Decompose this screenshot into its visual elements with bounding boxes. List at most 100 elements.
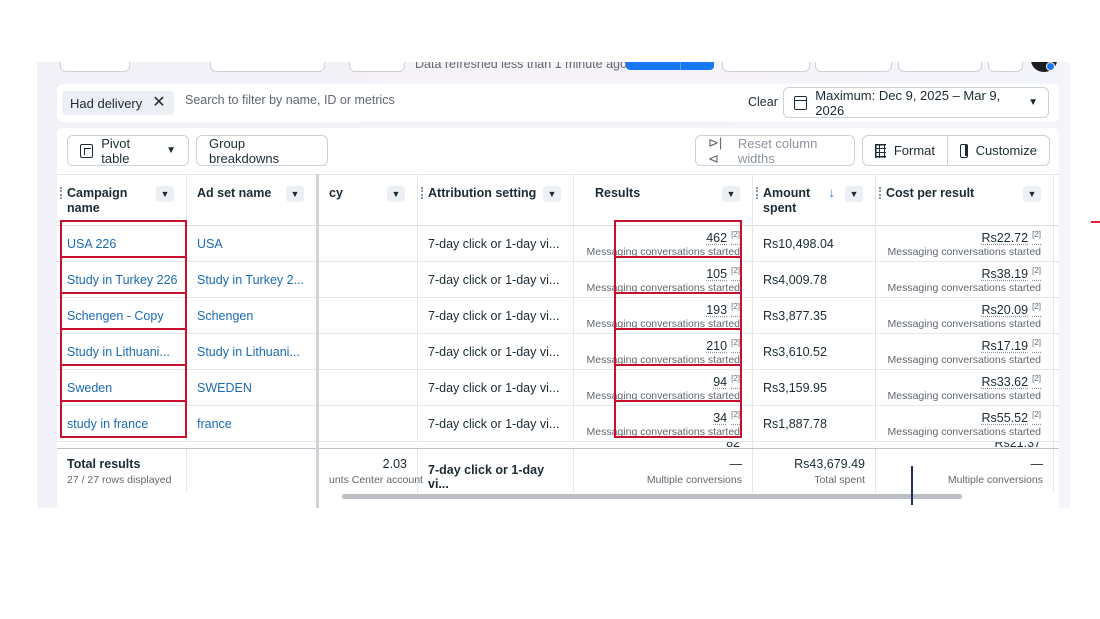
- chevron-down-icon[interactable]: ▼: [845, 186, 863, 202]
- result-value[interactable]: 462 [2]: [706, 228, 740, 245]
- table-row[interactable]: Schengen - Copy Schengen 7-day click or …: [57, 298, 1059, 334]
- ad-set-name-link[interactable]: Study in Lithuani...: [197, 345, 300, 359]
- result-value[interactable]: 105 [2]: [706, 264, 740, 281]
- attribution-value: 7-day click or 1-day vi...: [428, 416, 560, 431]
- campaign-name-cell[interactable]: USA 226: [57, 226, 187, 261]
- reset-column-widths-button[interactable]: ⊳|⊲ Reset column widths: [695, 135, 855, 166]
- campaign-name-link[interactable]: USA 226: [67, 237, 116, 251]
- campaign-name-cell[interactable]: Schengen - Copy: [57, 298, 187, 333]
- column-header-campaign-name[interactable]: Campaign name ▼: [57, 175, 187, 226]
- date-range-picker[interactable]: Maximum: Dec 9, 2025 – Mar 9, 2026 ▼: [783, 87, 1049, 118]
- search-input[interactable]: [185, 93, 585, 107]
- table-row[interactable]: Study in Lithuani... Study in Lithuani..…: [57, 334, 1059, 370]
- attribution-value: 7-day click or 1-day vi...: [428, 308, 560, 323]
- cost-per-result-cell: Rs20.09 [2] Messaging conversations start…: [876, 298, 1054, 333]
- ad-set-name-link[interactable]: Schengen: [197, 309, 253, 323]
- toolbar-button[interactable]: [722, 62, 810, 72]
- results-cell: 94 [2] Messaging conversations started: [574, 370, 753, 405]
- columns-icon: [960, 143, 968, 158]
- total-cpr-cell: — Multiple conversions: [876, 449, 1054, 493]
- primary-action-button[interactable]: [626, 62, 714, 70]
- drag-handle-icon[interactable]: [756, 187, 758, 199]
- chevron-down-icon[interactable]: ▼: [543, 186, 561, 202]
- cpr-value[interactable]: Rs20.09 [2]: [982, 300, 1041, 317]
- result-value[interactable]: 34 [2]: [713, 408, 740, 425]
- drag-handle-icon[interactable]: [879, 187, 881, 199]
- campaign-name-link[interactable]: Study in Lithuani...: [67, 345, 170, 359]
- ad-set-name-link[interactable]: france: [197, 417, 232, 431]
- column-header-ad-set-name[interactable]: Ad set name ▼: [187, 175, 317, 226]
- column-header-cost-per-result[interactable]: Cost per result ▼: [876, 175, 1054, 226]
- toolbar-button[interactable]: [815, 62, 892, 72]
- column-header-currency[interactable]: cy ▼: [319, 175, 418, 226]
- group-breakdowns-button[interactable]: Group breakdowns: [196, 135, 328, 166]
- column-header-amount-spent[interactable]: Amount spent ↓ ▼: [753, 175, 876, 226]
- campaign-name-cell[interactable]: Sweden: [57, 370, 187, 405]
- cost-per-result-cell: Rs33.62 [2] Messaging conversations start…: [876, 370, 1054, 405]
- column-header-results[interactable]: Results ▼: [574, 175, 753, 226]
- campaign-name-link[interactable]: Schengen - Copy: [67, 309, 164, 323]
- refresh-status: Data refreshed less than 1 minute ago: [415, 62, 627, 71]
- toolbar-button[interactable]: [988, 62, 1023, 72]
- cpr-value[interactable]: Rs33.62 [2]: [982, 372, 1041, 389]
- cpr-value[interactable]: Rs22.72 [2]: [982, 228, 1041, 245]
- cpr-value[interactable]: Rs55.52 [2]: [982, 408, 1041, 425]
- campaign-name-cell[interactable]: study in france: [57, 406, 187, 441]
- table-row[interactable]: Sweden SWEDEN 7-day click or 1-day vi...…: [57, 370, 1059, 406]
- campaign-name-cell[interactable]: Study in Lithuani...: [57, 334, 187, 369]
- column-resize-icon: ⊳|⊲: [708, 134, 723, 166]
- toolbar-button[interactable]: [898, 62, 982, 72]
- campaign-name-link[interactable]: Study in Turkey 226: [67, 273, 177, 287]
- attribution-cell: 7-day click or 1-day vi...: [418, 334, 574, 369]
- ad-set-name-cell[interactable]: Study in Lithuani...: [187, 334, 317, 369]
- campaign-name-link[interactable]: study in france: [67, 417, 148, 431]
- sort-descending-icon[interactable]: ↓: [829, 185, 836, 200]
- toolbar-button[interactable]: [210, 62, 325, 72]
- chevron-down-icon[interactable]: ▼: [1023, 186, 1041, 202]
- ad-set-name-link[interactable]: Study in Turkey 2...: [197, 273, 304, 287]
- ad-set-name-cell[interactable]: Study in Turkey 2...: [187, 262, 317, 297]
- ad-set-name-link[interactable]: USA: [197, 237, 223, 251]
- attribution-value: 7-day click or 1-day vi...: [428, 380, 560, 395]
- ad-set-name-link[interactable]: SWEDEN: [197, 381, 252, 395]
- attribution-cell: 7-day click or 1-day vi...: [418, 226, 574, 261]
- toolbar-button[interactable]: [349, 62, 405, 72]
- ad-set-name-cell[interactable]: SWEDEN: [187, 370, 317, 405]
- table-row[interactable]: study in france france 7-day click or 1-…: [57, 406, 1059, 442]
- chevron-down-icon[interactable]: ▼: [722, 186, 740, 202]
- horizontal-scrollbar[interactable]: [342, 494, 962, 499]
- result-value[interactable]: 210 [2]: [706, 336, 740, 353]
- chevron-down-icon[interactable]: ▼: [387, 186, 405, 202]
- campaign-name-cell[interactable]: Study in Turkey 226: [57, 262, 187, 297]
- ad-set-name-cell[interactable]: france: [187, 406, 317, 441]
- table-row[interactable]: USA 226 USA 7-day click or 1-day vi... 4…: [57, 226, 1059, 262]
- result-value[interactable]: 193 [2]: [706, 300, 740, 317]
- campaign-name-link[interactable]: Sweden: [67, 381, 112, 395]
- format-button[interactable]: Format: [862, 135, 948, 166]
- chevron-down-icon[interactable]: ▼: [286, 186, 304, 202]
- pivot-table-button[interactable]: Pivot table ▼: [67, 135, 189, 166]
- attribution-value: 7-day click or 1-day vi...: [428, 344, 560, 359]
- filter-chip[interactable]: Had delivery ✕: [62, 91, 174, 115]
- currency-cell: [319, 334, 418, 369]
- result-number: 462: [706, 231, 728, 246]
- table-row[interactable]: Study in Turkey 226 Study in Turkey 2...…: [57, 262, 1059, 298]
- cpr-value[interactable]: Rs38.19 [2]: [982, 264, 1041, 281]
- ad-set-name-cell[interactable]: USA: [187, 226, 317, 261]
- chevron-down-icon[interactable]: ▼: [156, 186, 174, 202]
- clear-button[interactable]: Clear: [748, 95, 778, 109]
- result-value[interactable]: 94 [2]: [713, 372, 740, 389]
- close-icon[interactable]: ✕: [152, 95, 165, 111]
- amount-value: Rs4,009.78: [763, 272, 827, 287]
- cpr-value[interactable]: Rs17.19 [2]: [982, 336, 1041, 353]
- primary-action-divider: [680, 62, 681, 70]
- drag-handle-icon[interactable]: [421, 187, 423, 199]
- result-number: 210: [706, 339, 728, 354]
- total-amount-value: Rs43,679.49: [794, 457, 865, 471]
- column-header-attribution-setting[interactable]: Attribution setting ▼: [418, 175, 574, 226]
- toolbar-button[interactable]: [60, 62, 130, 72]
- drag-handle-icon[interactable]: [60, 187, 62, 199]
- customize-button[interactable]: Customize: [947, 135, 1050, 166]
- column-title: Ad set name: [197, 186, 272, 200]
- ad-set-name-cell[interactable]: Schengen: [187, 298, 317, 333]
